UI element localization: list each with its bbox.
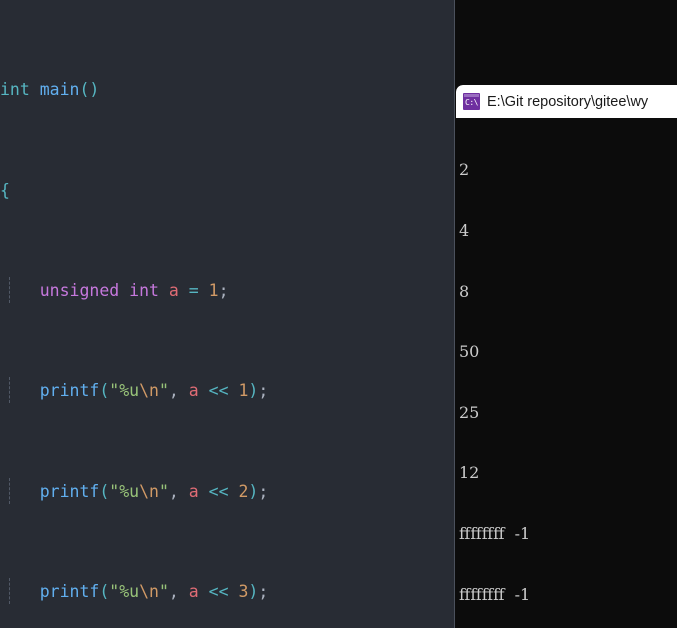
token-keyword: unsigned	[39, 281, 120, 301]
console-output-line: ffffffff -1	[459, 523, 531, 543]
token-type: int	[0, 80, 30, 100]
code-line: printf("%u\n", a << 2);	[0, 477, 455, 504]
token-brace: {	[0, 180, 10, 200]
console-icon-titlestripe	[464, 94, 479, 97]
code-line: int main()	[0, 77, 455, 102]
console-output-line: 50	[459, 342, 480, 362]
token-function: printf	[39, 381, 100, 401]
code-line: printf("%u\n", a << 1);	[0, 377, 455, 404]
token-string: "%u	[109, 381, 140, 401]
console-output-line: ffffffff -1	[459, 584, 531, 604]
token-function: main	[39, 80, 80, 100]
code-line: printf("%u\n", a << 3);	[0, 578, 455, 605]
console-output-line: 25	[459, 402, 480, 422]
console-titlebar[interactable]: C:\ E:\Git repository\gitee\wy	[456, 85, 677, 118]
console-output-line: 2	[459, 160, 470, 180]
token-escape: \n	[139, 381, 159, 401]
token-keyword: int	[129, 281, 159, 301]
console-window[interactable]: C:\ E:\Git repository\gitee\wy 2 4 8 50 …	[456, 85, 677, 628]
token-number: 1	[238, 381, 249, 401]
console-app-icon: C:\	[463, 93, 480, 110]
code-editor-pane[interactable]: int main() { unsigned int a = 1; printf(…	[0, 0, 455, 628]
code-line: {	[0, 178, 455, 203]
token-paren: ()	[79, 80, 100, 100]
console-icon-glyph: C:\	[465, 98, 478, 107]
code-line: unsigned int a = 1;	[0, 277, 455, 304]
token-operator: =	[188, 281, 199, 301]
token-number: 1	[208, 281, 219, 301]
token-variable: a	[188, 381, 199, 401]
console-output-area[interactable]: 2 4 8 50 25 12 ffffffff -1 ffffffff -1 f…	[456, 118, 677, 628]
console-window-title: E:\Git repository\gitee\wy	[487, 93, 649, 110]
console-output-line: 4	[459, 221, 470, 240]
editor-right-border	[454, 0, 455, 628]
token-operator: <<	[208, 381, 229, 401]
code-text-area[interactable]: int main() { unsigned int a = 1; printf(…	[0, 0, 455, 628]
console-output-line: 8	[459, 281, 470, 301]
console-output-line: 12	[459, 463, 480, 483]
token-variable: a	[168, 281, 179, 301]
